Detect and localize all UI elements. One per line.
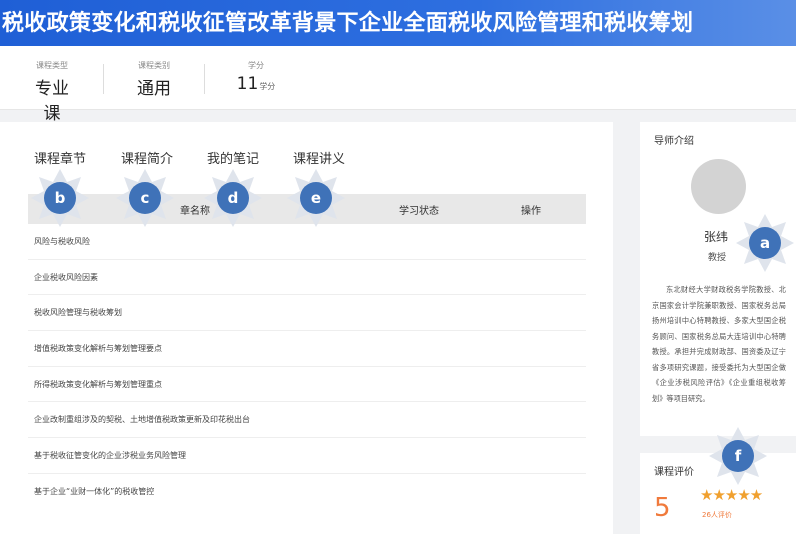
- divider: [103, 64, 104, 94]
- teacher-title: 教授: [708, 253, 727, 263]
- course-meta-bar: 课程类型 专业课 课程类别 通用 学分 11学分: [0, 46, 796, 124]
- credits-unit: 学分: [259, 82, 276, 91]
- meta-value: 11学分: [234, 74, 278, 94]
- annotation-badge-f: f: [709, 427, 767, 485]
- review-count: 26人评价: [702, 511, 732, 519]
- star-rating-icon: ★★★★★: [700, 486, 763, 504]
- annotation-badge-b: b: [31, 169, 89, 227]
- chapter-name[interactable]: 风险与税收风险: [28, 236, 90, 247]
- meta-course-category: 课程类别 通用: [132, 60, 176, 99]
- teacher-card: 导师介绍 张纬 教授 东北财经大学财政税务学院教授、北京国家会计学院兼职教授、国…: [640, 122, 796, 436]
- tab-intro[interactable]: 课程简介: [121, 148, 173, 167]
- annotation-badge-a: a: [736, 214, 794, 272]
- col-action: 操作: [521, 206, 541, 217]
- chapter-list: 风险与税收风险 企业税收风险因素 税收风险管理与税收筹划 增值税政策变化解析与筹…: [28, 224, 586, 510]
- meta-label: 课程类别: [138, 61, 170, 70]
- table-row[interactable]: 基于税收征管变化的企业涉税业务风险管理: [28, 438, 586, 474]
- credits-number: 11: [236, 74, 259, 94]
- chapter-name[interactable]: 基于企业“业财一体化”的税收管控: [28, 486, 154, 497]
- table-row[interactable]: 税收风险管理与税收筹划: [28, 295, 586, 332]
- annotation-badge-c: c: [116, 169, 174, 227]
- chapter-name[interactable]: 基于税收征管变化的企业涉税业务风险管理: [28, 450, 186, 461]
- chapter-name[interactable]: 企业税收风险因素: [28, 272, 98, 283]
- teacher-name: 张纬: [704, 230, 729, 244]
- teacher-bio: 东北财经大学财政税务学院教授、北京国家会计学院兼职教授、国家税务总局扬州培训中心…: [652, 285, 786, 403]
- chapter-name[interactable]: 税收风险管理与税收筹划: [28, 307, 122, 318]
- tab-chapters[interactable]: 课程章节: [34, 148, 86, 167]
- annotation-letter: b: [44, 182, 76, 214]
- rating-score: 5: [654, 493, 671, 523]
- table-row[interactable]: 所得税政策变化解析与筹划管理重点: [28, 367, 586, 403]
- meta-value: 专业课: [35, 79, 69, 124]
- meta-label: 课程类型: [36, 61, 68, 70]
- annotation-badge-d: d: [204, 169, 262, 227]
- annotation-letter: a: [749, 227, 781, 259]
- table-row[interactable]: 基于企业“业财一体化”的税收管控: [28, 474, 586, 510]
- chapter-name[interactable]: 企业改制重组涉及的契税、土地增值税政策更新及印花税出台: [28, 414, 250, 425]
- table-row[interactable]: 增值税政策变化解析与筹划管理要点: [28, 331, 586, 367]
- meta-course-type: 课程类型 专业课: [27, 60, 77, 124]
- meta-credits: 学分 11学分: [234, 60, 278, 94]
- teacher-section-title: 导师介绍: [654, 136, 694, 147]
- avatar: [691, 159, 746, 214]
- course-title: 税收政策变化和税收征管改革背景下企业全面税收风险管理和税收筹划: [2, 11, 694, 36]
- annotation-letter: f: [722, 440, 754, 472]
- table-row[interactable]: 企业税收风险因素: [28, 260, 586, 296]
- annotation-letter: e: [300, 182, 332, 214]
- divider: [204, 64, 205, 94]
- table-row[interactable]: 风险与税收风险: [28, 224, 586, 260]
- col-study-status: 学习状态: [399, 206, 439, 217]
- table-row[interactable]: 企业改制重组涉及的契税、土地增值税政策更新及印花税出台: [28, 402, 586, 439]
- course-banner: 税收政策变化和税收征管改革背景下企业全面税收风险管理和税收筹划: [0, 0, 796, 46]
- meta-value: 通用: [137, 79, 171, 99]
- rating-section-title: 课程评价: [654, 467, 694, 478]
- annotation-letter: d: [217, 182, 249, 214]
- tab-notes[interactable]: 我的笔记: [207, 148, 259, 167]
- chapter-name[interactable]: 所得税政策变化解析与筹划管理重点: [28, 379, 162, 390]
- tab-handouts[interactable]: 课程讲义: [293, 148, 345, 167]
- annotation-letter: c: [129, 182, 161, 214]
- annotation-badge-e: e: [287, 169, 345, 227]
- meta-label: 学分: [248, 61, 264, 70]
- chapter-name[interactable]: 增值税政策变化解析与筹划管理要点: [28, 343, 162, 354]
